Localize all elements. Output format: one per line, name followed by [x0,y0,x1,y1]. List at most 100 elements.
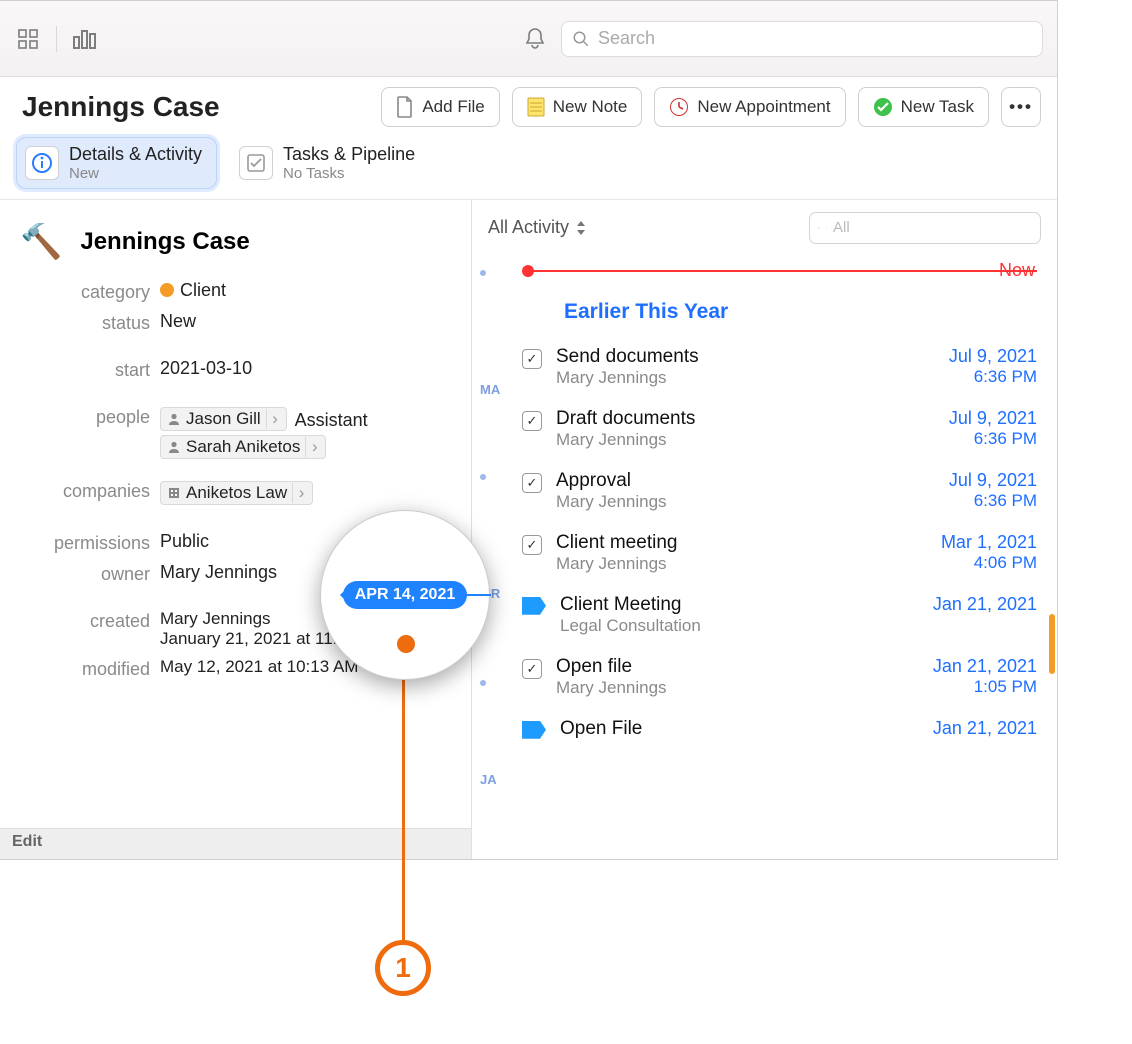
global-search-input[interactable] [598,28,1032,49]
person-icon [167,412,181,426]
person-icon [167,440,181,454]
activity-filter[interactable]: All Activity [488,217,587,238]
activity-item[interactable]: ✓Client meetingMary JenningsMar 1, 20214… [472,526,1057,588]
task-checkbox[interactable]: ✓ [522,473,542,493]
timeline-months: MA MR JA [480,254,516,860]
activity-subtitle: Mary Jennings [556,430,935,450]
callout-anchor-dot [397,635,415,653]
person-chip[interactable]: Jason Gill› [160,407,287,431]
scrollbar-thumb[interactable] [1049,614,1055,674]
activity-subtitle: Legal Consultation [560,616,919,636]
callout-line [402,680,405,950]
note-icon [527,97,545,117]
stats-icon[interactable] [71,25,99,53]
tab-details-label: Details & Activity [69,144,202,165]
page-header: Jennings Case Add File New Note New Appo… [0,77,1057,131]
grid-view-icon[interactable] [14,25,42,53]
activity-title: Approval [556,470,935,492]
task-checkbox[interactable]: ✓ [522,349,542,369]
activity-time: 1:05 PM [933,677,1037,697]
checkbox-icon [239,146,273,180]
building-icon [167,486,181,500]
activity-item[interactable]: Client MeetingLegal ConsultationJan 21, … [472,588,1057,650]
activity-title: Draft documents [556,408,935,430]
activity-date: Jan 21, 2021 [933,594,1037,615]
add-file-button[interactable]: Add File [381,87,499,127]
tab-tasks-sub: No Tasks [283,165,415,182]
event-tag-icon[interactable] [522,597,546,615]
companies-value: Aniketos Law› [160,479,451,507]
activity-filter-label: All Activity [488,217,569,238]
section-header: Earlier This Year [472,254,1057,340]
person-chip[interactable]: Sarah Aniketos› [160,435,326,459]
activity-title: Client meeting [556,532,927,554]
add-file-label: Add File [422,97,484,117]
chevron-right-icon: › [305,437,323,457]
info-icon [25,146,59,180]
search-icon [572,30,590,48]
activity-date: Jan 21, 2021 [933,656,1037,677]
activity-date: Jul 9, 2021 [949,408,1037,429]
clock-icon [669,97,689,117]
task-checkbox[interactable]: ✓ [522,659,542,679]
activity-panel: All Activity MA MR JA [472,200,1057,860]
category-color-dot [160,283,174,297]
people-value: Jason Gill› Assistant Sarah Aniketos› [160,405,451,461]
search-icon [818,220,820,236]
start-value: 2021-03-10 [160,358,451,379]
task-checkbox[interactable]: ✓ [522,535,542,555]
activity-item[interactable]: Open File Jan 21, 2021 [472,712,1057,754]
activity-subtitle: Mary Jennings [556,678,919,698]
new-note-button[interactable]: New Note [512,87,643,127]
tab-tasks[interactable]: Tasks & Pipeline No Tasks [231,137,429,189]
task-checkbox[interactable]: ✓ [522,411,542,431]
activity-subtitle: Mary Jennings [556,554,927,574]
month-marker: MA [480,382,500,397]
callout-number: 1 [375,940,431,996]
now-line [528,270,1037,272]
tab-details[interactable]: Details & Activity New [16,137,217,189]
activity-item[interactable]: ✓Send documentsMary JenningsJul 9, 20216… [472,340,1057,402]
activity-search-input[interactable] [833,219,1032,236]
edit-button[interactable]: Edit [0,828,471,860]
category-value: Client [160,280,451,301]
global-search[interactable] [561,21,1043,57]
status-value: New [160,311,451,332]
event-tag-icon[interactable] [522,721,546,739]
company-chip[interactable]: Aniketos Law› [160,481,313,505]
check-icon [873,97,893,117]
magnifier-callout: APR 14, 2021 [320,510,490,680]
activity-item[interactable]: ✓ Open fileMary Jennings Jan 21, 20211:05 … [472,650,1057,712]
activity-time: 4:06 PM [941,553,1037,573]
people-label: people [20,405,150,428]
new-task-button[interactable]: New Task [858,87,989,127]
activity-title: Open File [560,718,919,740]
activity-time: 6:36 PM [949,429,1037,449]
new-appointment-label: New Appointment [697,97,830,117]
activity-title: Open file [556,656,919,678]
tab-details-sub: New [69,165,202,182]
activity-title: Send documents [556,346,935,368]
more-button[interactable]: ••• [1001,87,1041,127]
chevron-down-icon [826,224,827,232]
activity-time: 6:36 PM [949,491,1037,511]
activity-date: Jan 21, 2021 [933,718,1037,739]
new-appointment-button[interactable]: New Appointment [654,87,845,127]
file-icon [396,96,414,118]
activity-search[interactable] [809,212,1041,244]
month-marker: JA [480,772,497,787]
activity-date: Jul 9, 2021 [949,470,1037,491]
activity-timeline[interactable]: MA MR JA Now Earlier This Year ✓Send doc… [472,254,1057,860]
companies-label: companies [20,479,150,502]
new-note-label: New Note [553,97,628,117]
modified-label: modified [20,657,150,680]
page-title: Jennings Case [22,91,220,123]
bell-icon[interactable] [521,25,549,53]
app-window: Jennings Case Add File New Note New Appo… [0,0,1058,860]
tabs-bar: Details & Activity New Tasks & Pipeline … [0,131,1057,200]
activity-item[interactable]: ✓ApprovalMary JenningsJul 9, 20216:36 PM [472,464,1057,526]
tab-tasks-label: Tasks & Pipeline [283,144,415,165]
owner-label: owner [20,562,150,585]
activity-item[interactable]: ✓ Draft documentsMary Jennings Jul 9, 2021… [472,402,1057,464]
activity-subtitle: Mary Jennings [556,368,935,388]
